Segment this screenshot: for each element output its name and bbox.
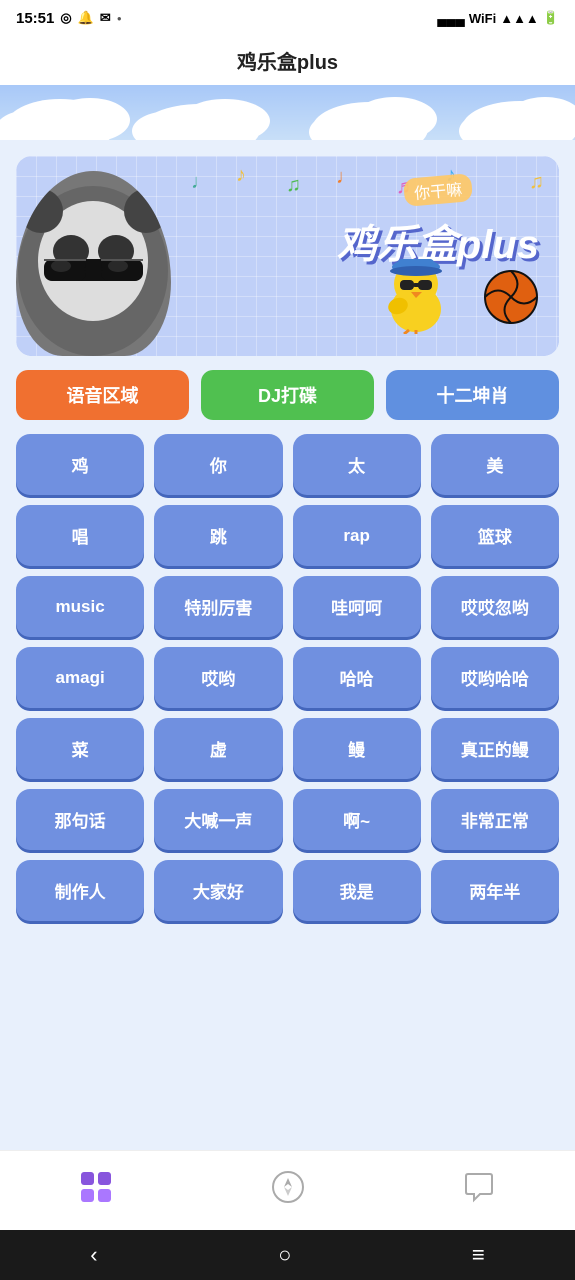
nav-home[interactable] (0, 1170, 192, 1211)
banner-subtitle: 你干嘛 (403, 173, 473, 207)
sound-button-10[interactable]: 哇呵呵 (293, 576, 421, 637)
bottom-nav (0, 1150, 575, 1230)
battery-icon: 🔋 (543, 10, 559, 26)
sound-button-21[interactable]: 大喊一声 (154, 789, 282, 850)
sound-button-16[interactable]: 菜 (16, 718, 144, 779)
notification-icon: 🔔 (78, 10, 94, 26)
grid-icon (79, 1170, 113, 1211)
sys-back-button[interactable]: ‹ (90, 1242, 97, 1268)
cloud-svg (0, 85, 575, 140)
sound-button-19[interactable]: 真正的鳗 (431, 718, 559, 779)
music-note-1: ♩ (191, 171, 211, 194)
category-dj-turntable[interactable]: DJ打碟 (201, 370, 374, 420)
sound-button-2[interactable]: 太 (293, 434, 421, 495)
sound-buttons-grid: 鸡你太美唱跳rap篮球music特别厉害哇呵呵哎哎忽哟amagi哎哟哈哈哎哟哈哈… (16, 434, 559, 921)
banner: ♩ ♪ ♫ ♩ ♬ ♪ ♫ (16, 156, 559, 356)
sound-button-26[interactable]: 我是 (293, 860, 421, 921)
sound-button-22[interactable]: 啊~ (293, 789, 421, 850)
sound-button-1[interactable]: 你 (154, 434, 282, 495)
compass-icon (271, 1170, 305, 1211)
chat-icon (462, 1170, 496, 1211)
sound-button-5[interactable]: 跳 (154, 505, 282, 566)
category-twelve-zodiac[interactable]: 十二坤肖 (386, 370, 559, 420)
sound-button-9[interactable]: 特别厉害 (154, 576, 282, 637)
sound-button-25[interactable]: 大家好 (154, 860, 282, 921)
sound-button-27[interactable]: 两年半 (431, 860, 559, 921)
sys-home-button[interactable]: ○ (278, 1242, 291, 1268)
sound-button-17[interactable]: 虚 (154, 718, 282, 779)
category-voice-zone[interactable]: 语音区域 (16, 370, 189, 420)
sound-button-4[interactable]: 唱 (16, 505, 144, 566)
signal-icon: ▄▄▄ (437, 11, 465, 26)
sound-button-11[interactable]: 哎哎忽哟 (431, 576, 559, 637)
sound-button-8[interactable]: music (16, 576, 144, 637)
sound-button-18[interactable]: 鳗 (293, 718, 421, 779)
sound-button-23[interactable]: 非常正常 (431, 789, 559, 850)
basketball (484, 270, 539, 336)
mail-icon: ✉ (100, 10, 111, 26)
network-icon: ▲▲▲ (500, 11, 539, 26)
top-bar: 鸡乐盒plus (0, 36, 575, 140)
sound-button-12[interactable]: amagi (16, 647, 144, 708)
cloud-decoration (0, 85, 575, 140)
main-content: ♩ ♪ ♫ ♩ ♬ ♪ ♫ (0, 140, 575, 1150)
sound-button-15[interactable]: 哎哟哈哈 (431, 647, 559, 708)
category-buttons: 语音区域 DJ打碟 十二坤肖 (16, 370, 559, 420)
sound-button-24[interactable]: 制作人 (16, 860, 144, 921)
nav-chat[interactable] (383, 1170, 575, 1211)
sound-button-6[interactable]: rap (293, 505, 421, 566)
status-time: 15:51 (16, 10, 54, 27)
sound-button-7[interactable]: 篮球 (431, 505, 559, 566)
chick-character (384, 254, 449, 346)
sound-button-13[interactable]: 哎哟 (154, 647, 282, 708)
status-bar: 15:51 ◎ 🔔 ✉ ● ▄▄▄ WiFi ▲▲▲ 🔋 (0, 0, 575, 36)
system-nav: ‹ ○ ≡ (0, 1230, 575, 1280)
dot-icon: ● (117, 14, 122, 23)
sound-button-20[interactable]: 那句话 (16, 789, 144, 850)
app-title: 鸡乐盒plus (0, 46, 575, 85)
nav-discover[interactable] (192, 1170, 384, 1211)
wifi-icon: WiFi (469, 11, 496, 26)
sound-button-0[interactable]: 鸡 (16, 434, 144, 495)
music-note-2: ♪ (236, 164, 246, 187)
status-left: 15:51 ◎ 🔔 ✉ ● (16, 10, 122, 27)
sys-menu-button[interactable]: ≡ (472, 1242, 485, 1268)
status-right: ▄▄▄ WiFi ▲▲▲ 🔋 (437, 10, 559, 26)
sound-button-3[interactable]: 美 (431, 434, 559, 495)
location-icon: ◎ (60, 10, 71, 26)
music-note-3: ♫ (286, 174, 301, 197)
sound-button-14[interactable]: 哈哈 (293, 647, 421, 708)
